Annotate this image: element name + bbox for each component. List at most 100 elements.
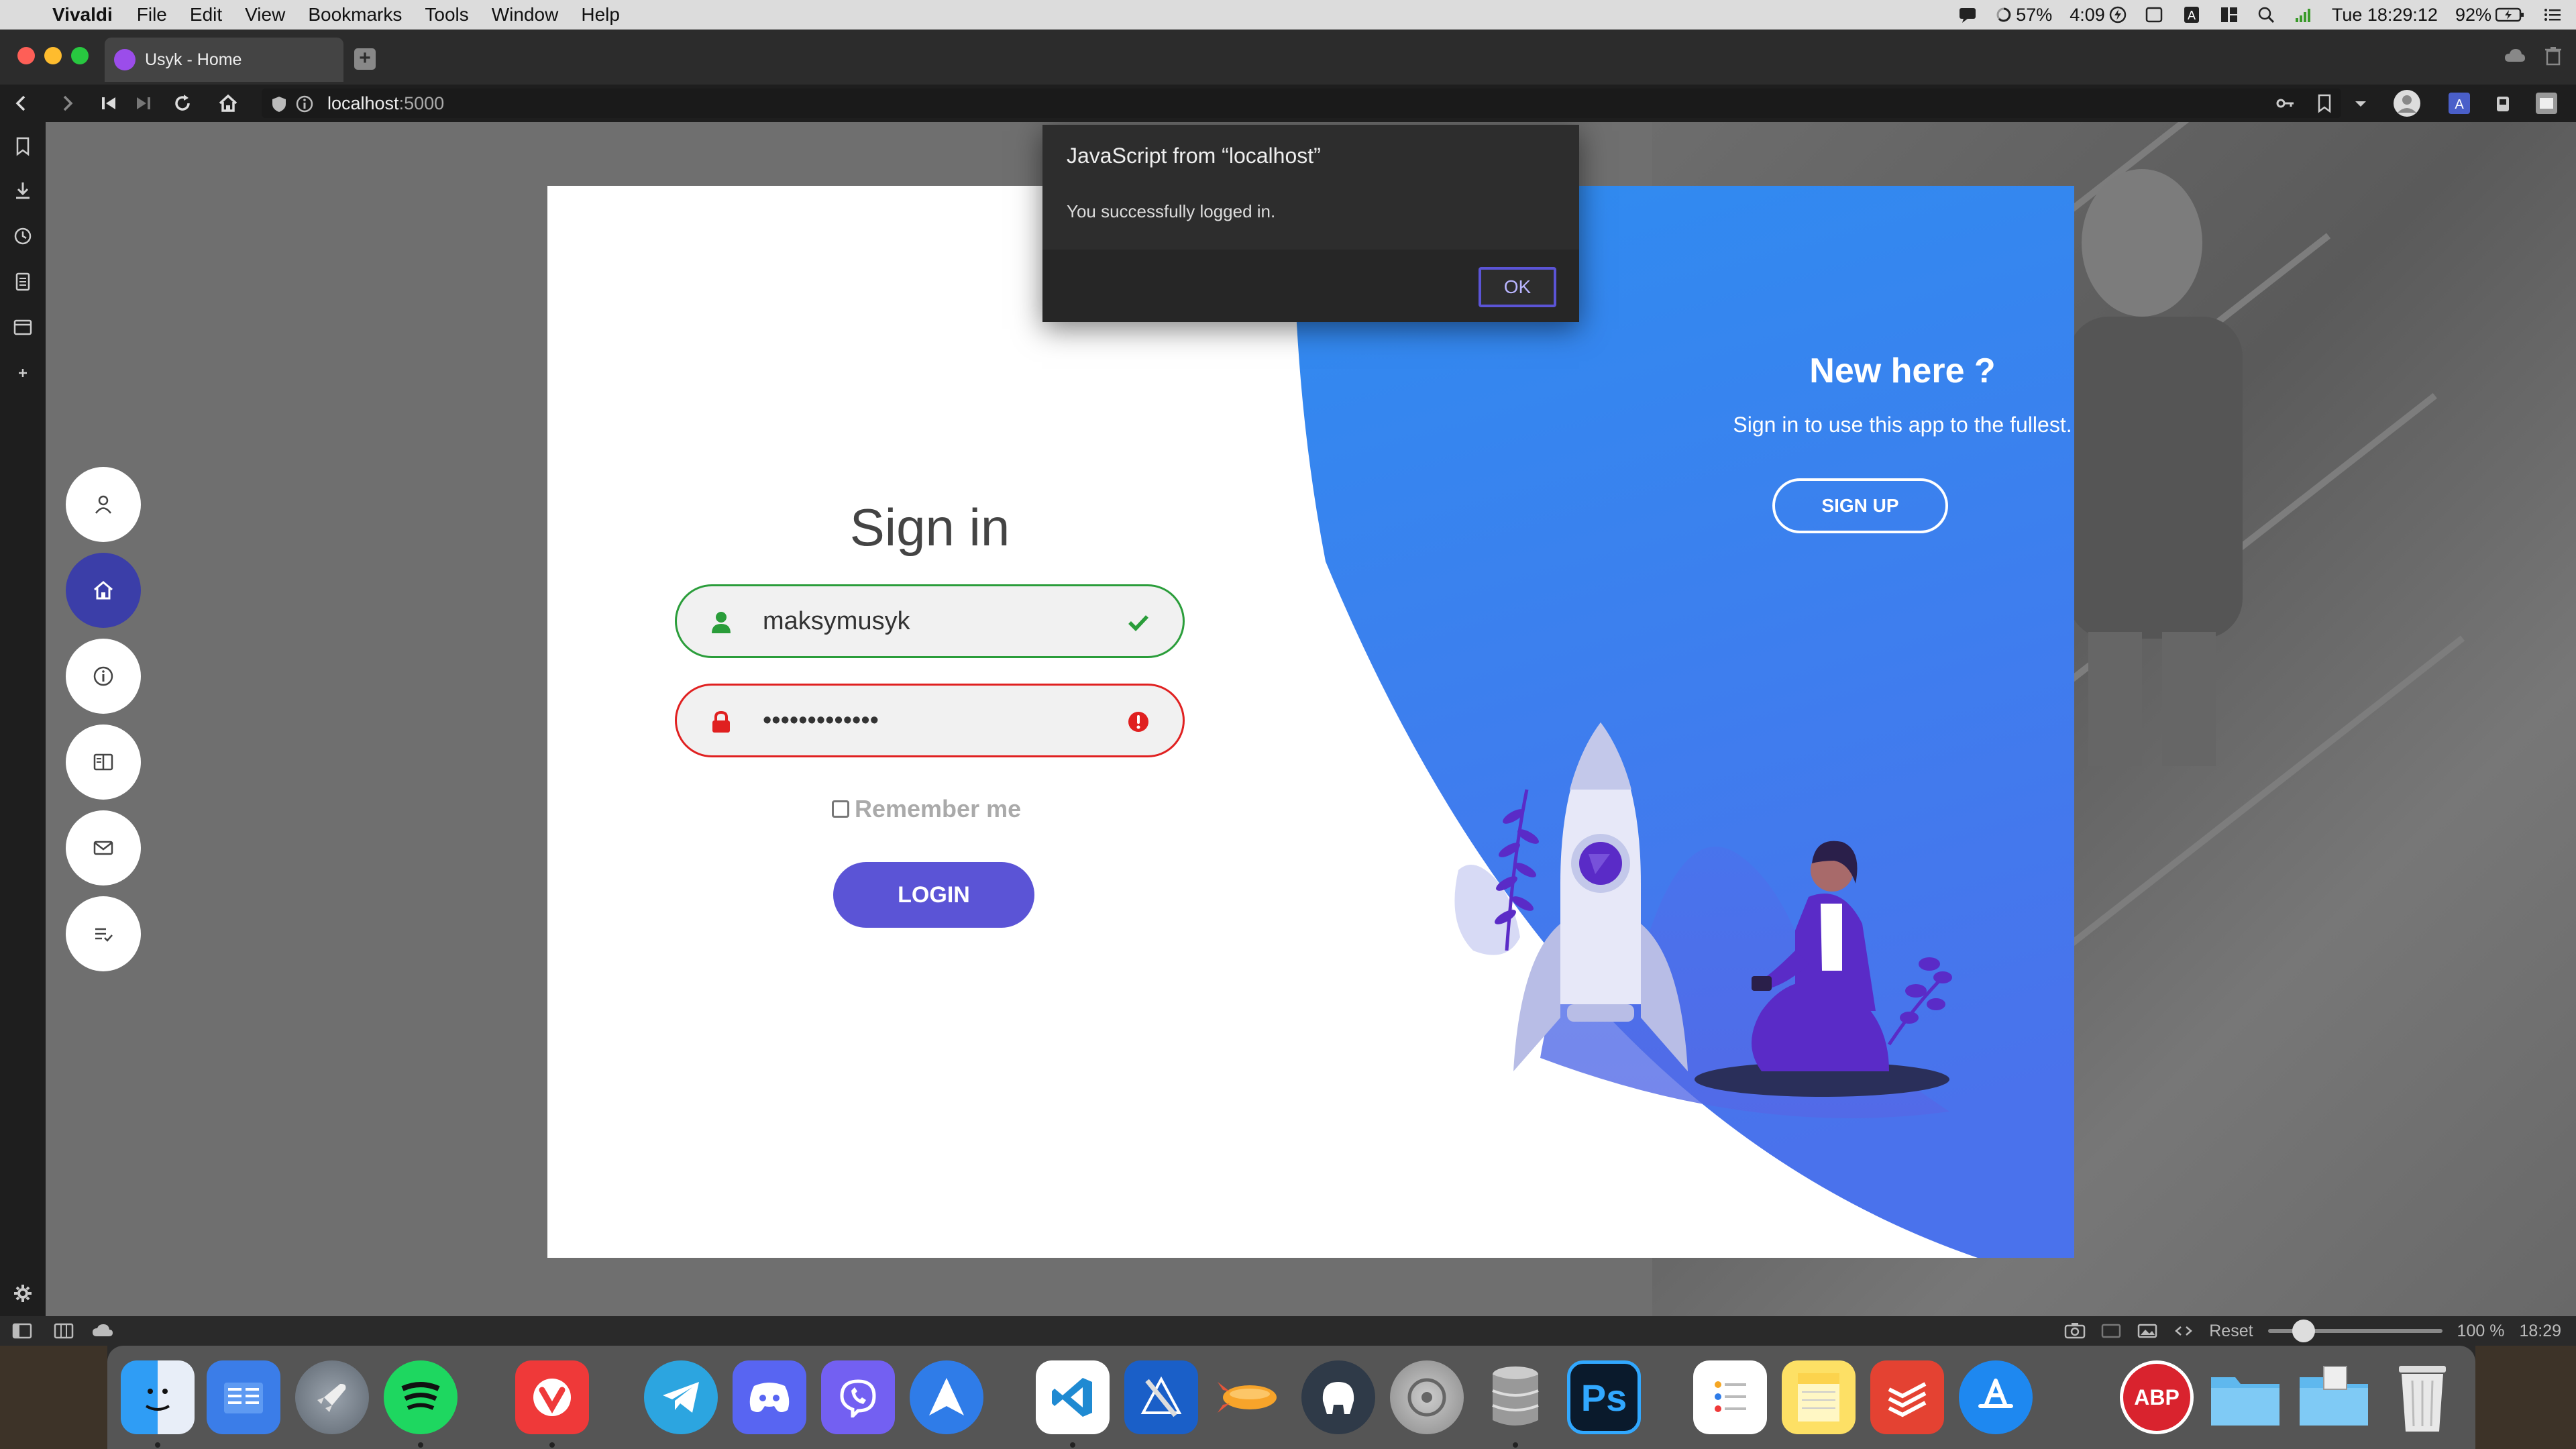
password-field[interactable]: ••••••••••••• [675,684,1185,757]
launchpad-rocket-icon[interactable] [295,1360,369,1434]
spotify-icon[interactable] [384,1360,458,1434]
menu-file[interactable]: File [137,4,167,25]
javascript-alert-dialog: JavaScript from “localhost” You successf… [1042,125,1579,322]
nav-profile-button[interactable] [66,467,141,542]
zeplin-blimp-icon[interactable] [1213,1360,1287,1434]
page-actions-icon[interactable] [2173,1322,2194,1340]
extension-puzzle-icon[interactable] [2533,90,2560,117]
remember-me[interactable]: Remember me [832,795,1021,823]
zoom-slider[interactable] [2267,1320,2443,1342]
bookmark-icon[interactable] [2316,93,2333,113]
downloads-folder-icon[interactable] [2297,1360,2371,1434]
key-icon[interactable] [2275,93,2296,113]
database-icon[interactable] [1479,1360,1552,1434]
photoshop-icon[interactable]: Ps [1567,1360,1641,1434]
nav-home-button[interactable] [66,553,141,628]
reminders-icon[interactable] [1693,1360,1767,1434]
battery-status[interactable]: 92% [2455,5,2525,25]
dropdown-caret-icon[interactable] [2353,93,2368,113]
xcode-icon[interactable] [1124,1360,1198,1434]
reload-icon[interactable] [170,91,195,115]
window-panel-icon[interactable] [12,317,34,338]
nav-about-button[interactable] [66,639,141,714]
menu-bookmarks[interactable]: Bookmarks [308,4,402,25]
discord-icon[interactable] [733,1360,806,1434]
zoom-slider-knob[interactable] [2292,1320,2315,1342]
sync-cloud-icon[interactable] [91,1322,114,1340]
downloads-panel-icon[interactable] [12,180,34,201]
folder-icon[interactable] [2208,1360,2282,1434]
telegram-icon[interactable] [644,1360,718,1434]
window-zoom-button[interactable] [71,47,89,64]
menu-tools[interactable]: Tools [425,4,468,25]
add-web-panel-icon[interactable] [12,362,34,384]
dialog-ok-button[interactable]: OK [1479,267,1556,307]
disk-utility-icon[interactable] [1390,1360,1464,1434]
window-layout-icon[interactable] [2219,6,2239,23]
window-minimize-button[interactable] [44,47,62,64]
forward-icon[interactable] [55,91,79,115]
tab-usyk-home[interactable]: Usyk - Home [105,38,343,82]
input-source-icon[interactable]: A [2182,6,2202,23]
rewind-icon[interactable] [97,91,121,115]
new-tab-button[interactable]: + [354,48,376,70]
notification-center-icon[interactable] [2542,6,2563,23]
menu-edit[interactable]: Edit [190,4,222,25]
tab-tiling-icon[interactable] [54,1322,74,1340]
menu-help[interactable]: Help [581,4,620,25]
tableplus-elephant-icon[interactable] [1301,1360,1375,1434]
messages-icon[interactable] [1958,6,1978,23]
panel-toggle-icon[interactable] [12,1322,32,1340]
clock-text[interactable]: Tue 18:29:12 [2332,5,2438,25]
zoom-reset-button[interactable]: Reset [2209,1322,2253,1341]
navigation-arrow-icon[interactable] [910,1360,983,1434]
fast-forward-icon[interactable] [131,91,156,115]
timer-status[interactable]: 4:09 [2070,5,2127,25]
window-icon[interactable] [2144,6,2164,23]
nav-list-button[interactable] [66,896,141,971]
tile-icon[interactable] [2100,1322,2122,1340]
adblock-plus-icon[interactable]: ABP [2120,1360,2194,1434]
settings-gear-icon[interactable] [12,1283,34,1304]
notes-panel-icon[interactable] [12,271,34,292]
cloud-sync-icon[interactable] [2504,46,2526,66]
url-field[interactable]: localhost:5000 [262,89,2341,118]
signup-button[interactable]: SIGN UP [1772,478,1948,533]
menu-window[interactable]: Window [492,4,559,25]
menu-app-name[interactable]: Vivaldi [52,4,113,25]
info-icon[interactable] [295,95,314,113]
viber-icon[interactable] [821,1360,895,1434]
battery-icon [2496,7,2524,22]
spotlight-search-icon[interactable] [2257,6,2277,23]
file-manager-icon[interactable] [207,1360,280,1434]
nav-book-button[interactable] [66,724,141,800]
vivaldi-icon[interactable] [515,1360,589,1434]
history-panel-icon[interactable] [12,225,34,247]
shield-icon[interactable] [271,95,287,113]
capture-icon[interactable] [2064,1322,2086,1340]
login-button[interactable]: LOGIN [833,862,1034,928]
todoist-icon[interactable] [1870,1360,1944,1434]
home-icon[interactable] [216,91,240,115]
battery-small-status[interactable]: 57% [1996,5,2052,25]
vscode-icon[interactable] [1036,1360,1110,1434]
signal-icon[interactable] [2294,6,2314,23]
profile-avatar-icon[interactable] [2388,89,2426,118]
extension-icon[interactable] [2493,90,2513,117]
nav-mail-button[interactable] [66,810,141,885]
back-icon[interactable] [9,91,34,115]
window-close-button[interactable] [17,47,35,64]
finder-icon[interactable] [121,1360,195,1434]
menu-view[interactable]: View [245,4,285,25]
dialog-message: You successfully logged in. [1067,201,1276,221]
bookmarks-panel-icon[interactable] [12,136,34,157]
trash-can-icon[interactable] [2385,1360,2459,1434]
notes-icon[interactable] [1782,1360,1856,1434]
app-store-icon[interactable] [1959,1360,2033,1434]
images-icon[interactable] [2137,1322,2158,1340]
home-icon [94,581,113,600]
remember-checkbox[interactable] [832,800,849,818]
trash-icon[interactable] [2544,46,2563,66]
username-field[interactable]: maksymusyk [675,584,1185,658]
translate-extension-icon[interactable]: A [2446,90,2473,117]
